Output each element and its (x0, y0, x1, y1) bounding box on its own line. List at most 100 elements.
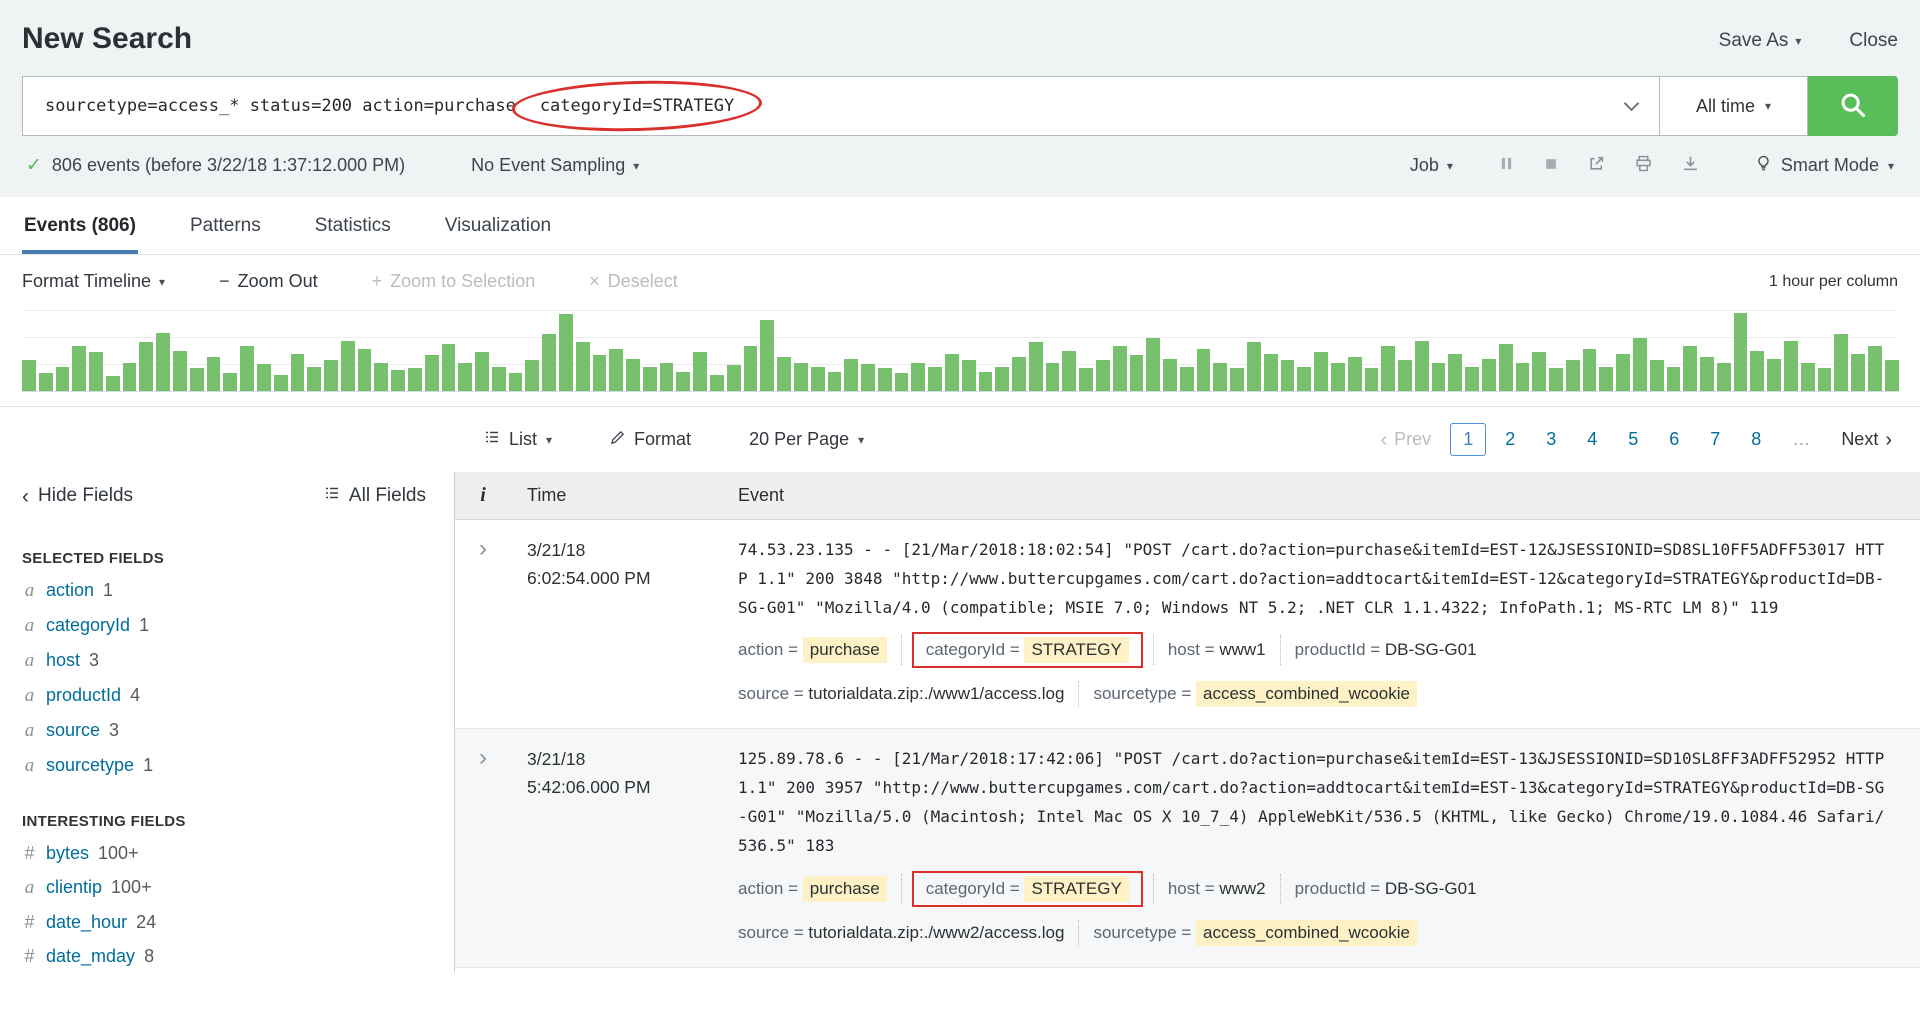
tab-visualization[interactable]: Visualization (443, 197, 553, 254)
pause-button[interactable] (1499, 155, 1514, 176)
field-pair-categoryId[interactable]: categoryId = STRATEGY (912, 871, 1143, 907)
timeline-bar[interactable] (525, 360, 539, 391)
hide-fields-button[interactable]: ‹ Hide Fields (22, 485, 133, 507)
timeline-bar[interactable] (1516, 363, 1530, 391)
timeline-bar[interactable] (1667, 367, 1681, 391)
stop-button[interactable] (1544, 155, 1558, 176)
all-fields-button[interactable]: All Fields (324, 485, 426, 507)
timeline-bar[interactable] (928, 367, 942, 391)
timeline-bar[interactable] (408, 368, 422, 391)
smart-mode-menu[interactable]: Smart Mode ▾ (1755, 155, 1894, 177)
timeline-bar[interactable] (945, 354, 959, 391)
timeline-bar[interactable] (1482, 359, 1496, 391)
field-item-sourcetype[interactable]: asourcetype1 (22, 755, 454, 777)
timeline-bar[interactable] (139, 342, 153, 391)
timeline-bar[interactable] (1750, 351, 1764, 392)
timeline-bar[interactable] (240, 346, 254, 391)
timeline-bar[interactable] (1700, 357, 1714, 391)
field-item-source[interactable]: asource3 (22, 720, 454, 742)
timeline-bar[interactable] (39, 373, 53, 391)
timeline-bar[interactable] (744, 346, 758, 391)
tab-events[interactable]: Events (806) (22, 197, 138, 254)
field-pair-source[interactable]: source = tutorialdata.zip:./www1/access.… (738, 681, 1076, 707)
timeline-bar[interactable] (1297, 367, 1311, 391)
field-pair-productId[interactable]: productId = DB-SG-G01 (1283, 637, 1489, 663)
timeline-bar[interactable] (861, 364, 875, 391)
field-pair-action[interactable]: action = purchase (738, 634, 899, 666)
per-page-menu[interactable]: 20 Per Page ▾ (749, 429, 864, 450)
timeline-bar[interactable] (911, 363, 925, 391)
page-6[interactable]: 6 (1657, 424, 1691, 455)
format-results-button[interactable]: Format (610, 429, 691, 450)
timeline-bar[interactable] (123, 363, 137, 391)
timeline-bar[interactable] (257, 364, 271, 391)
print-button[interactable] (1635, 155, 1652, 177)
field-item-bytes[interactable]: #bytes100+ (22, 843, 454, 864)
field-item-action[interactable]: aaction1 (22, 580, 454, 602)
timeline-bar[interactable] (291, 354, 305, 391)
timeline-bar[interactable] (374, 363, 388, 391)
timeline-bar[interactable] (1331, 363, 1345, 391)
tab-statistics[interactable]: Statistics (313, 197, 393, 254)
timeline-bar[interactable] (1767, 359, 1781, 391)
timeline-bar[interactable] (559, 314, 573, 391)
field-pair-action[interactable]: action = purchase (738, 873, 899, 905)
timeline-bar[interactable] (425, 355, 439, 391)
search-expand-chevron-icon[interactable] (1624, 95, 1640, 111)
field-item-clientip[interactable]: aclientip100+ (22, 877, 454, 899)
field-pair-source[interactable]: source = tutorialdata.zip:./www2/access.… (738, 920, 1076, 946)
timeline-bar[interactable] (1566, 360, 1580, 391)
timeline-bar[interactable] (1398, 360, 1412, 391)
timeline-bar[interactable] (1851, 354, 1865, 391)
timeline-bar[interactable] (1079, 368, 1093, 391)
timeline-bar[interactable] (1415, 341, 1429, 391)
timeline-bar[interactable] (1549, 368, 1563, 391)
timeline-bar[interactable] (660, 363, 674, 391)
time-column-header[interactable]: Time (511, 485, 716, 506)
timeline-bar[interactable] (576, 342, 590, 391)
event-sampling-menu[interactable]: No Event Sampling ▾ (471, 155, 639, 176)
expand-event-icon[interactable]: › (455, 745, 511, 948)
timeline-bar[interactable] (1381, 346, 1395, 391)
timeline-bar[interactable] (1818, 368, 1832, 391)
timeline-bar[interactable] (22, 360, 36, 391)
timeline-bar[interactable] (676, 372, 690, 391)
time-range-picker[interactable]: All time ▾ (1660, 76, 1808, 136)
timeline-bar[interactable] (1146, 338, 1160, 391)
timeline-bar[interactable] (1650, 360, 1664, 391)
timeline-bar[interactable] (710, 375, 724, 391)
timeline-bar[interactable] (542, 334, 556, 391)
timeline-bar[interactable] (1130, 355, 1144, 391)
timeline-bar[interactable] (1448, 354, 1462, 391)
timeline-bar[interactable] (693, 352, 707, 391)
list-view-menu[interactable]: List ▾ (484, 429, 552, 450)
page-8[interactable]: 8 (1739, 424, 1773, 455)
timeline-bar[interactable] (156, 333, 170, 391)
timeline-bar[interactable] (72, 346, 86, 391)
timeline-bar[interactable] (475, 352, 489, 391)
zoom-out-button[interactable]: − Zoom Out (219, 271, 318, 292)
timeline-bar[interactable] (509, 373, 523, 391)
timeline-bar[interactable] (106, 376, 120, 391)
timeline-bar[interactable] (1264, 354, 1278, 391)
page-3[interactable]: 3 (1534, 424, 1568, 455)
timeline-bar[interactable] (458, 363, 472, 391)
timeline-bar[interactable] (1633, 338, 1647, 391)
timeline-bar[interactable] (1834, 334, 1848, 391)
search-input[interactable]: sourcetype=access_* status=200 action=pu… (22, 76, 1660, 136)
timeline-bar[interactable] (173, 351, 187, 392)
timeline-bar[interactable] (794, 363, 808, 391)
timeline-bar[interactable] (1046, 363, 1060, 391)
timeline-bar[interactable] (1599, 367, 1613, 391)
close-button[interactable]: Close (1849, 30, 1898, 52)
timeline-bar[interactable] (1012, 357, 1026, 391)
page-4[interactable]: 4 (1575, 424, 1609, 455)
share-button[interactable] (1588, 155, 1605, 177)
timeline-bar[interactable] (1062, 351, 1076, 392)
timeline-bar[interactable] (1029, 342, 1043, 391)
page-1[interactable]: 1 (1450, 423, 1486, 456)
field-pair-host[interactable]: host = www2 (1156, 876, 1278, 902)
timeline-bar[interactable] (626, 359, 640, 391)
timeline-bar[interactable] (223, 373, 237, 391)
timeline-bar[interactable] (895, 373, 909, 391)
